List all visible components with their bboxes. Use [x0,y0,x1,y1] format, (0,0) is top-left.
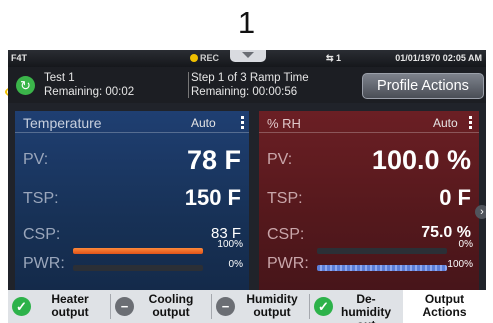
humidity-tsp-label: TSP: [267,190,303,207]
temperature-cool-power-pct: 0% [228,259,243,270]
humidity-pwr-label: PWR: [267,255,309,272]
humidity-dehumidify-power-pct: 100% [447,259,473,270]
check-icon: ✓ [314,297,333,316]
pull-down-tab[interactable] [230,50,266,62]
usb-indicator: ⇆ 1 [326,53,342,63]
humidity-csp-label: CSP: [267,226,305,243]
step-remaining: Remaining: 00:00:56 [191,86,298,98]
callout-number: 1 [237,5,256,40]
temperature-header: Temperature Auto [15,111,249,133]
record-dot-icon [190,54,198,62]
heater-output-label: Heater output [51,292,89,319]
profile-divider [188,72,189,98]
temperature-cool-power-bar [73,265,203,271]
temperature-heat-power-fill [73,248,203,254]
output-bar: ✓ Heater output − Cooling output − Humid… [8,290,486,323]
chevron-right-icon[interactable]: › [475,205,486,219]
dehumidity-output-label: De-humidity out [341,292,391,323]
temperature-menu-icon[interactable] [239,115,245,130]
refresh-icon: ↻ [16,76,35,95]
humidity-tsp-value[interactable]: 0 F [439,185,471,211]
humidity-panel[interactable]: % RH Auto PV: 100.0 % TSP: 0 F CSP: 75.0… [259,111,479,291]
brand-label: F4T [11,53,28,63]
date-time: 01/01/1970 02:05 AM [395,53,482,63]
temperature-pwr-label: PWR: [23,255,65,272]
profile-status-bar: ↻ Test 1 Remaining: 00:02 Step 1 of 3 Ra… [8,67,486,103]
humidity-mode: Auto [433,116,458,130]
minus-icon: − [115,297,134,316]
dehumidity-output-button[interactable]: ✓ De-humidity out [310,290,402,323]
temperature-panel[interactable]: Temperature Auto PV: 78 F TSP: 150 F CSP… [15,111,249,291]
humidity-menu-icon[interactable] [467,115,473,130]
humidity-dehumidify-power-bar [317,265,447,271]
record-label: REC [200,53,220,63]
output-actions-button[interactable]: Output Actions [403,290,486,323]
profile-actions-button[interactable]: Profile Actions [362,73,484,99]
profile-name: Test 1 [44,72,75,84]
temperature-title: Temperature [23,115,102,131]
humidity-output-button[interactable]: − Humidity output [212,290,309,323]
humidity-humidify-power-bar [317,248,447,254]
minus-icon: − [216,297,235,316]
output-actions-label: Output Actions [422,292,467,319]
temperature-tsp-label: TSP: [23,190,59,207]
humidity-title: % RH [267,116,301,131]
controller-screen: F4T REC ⇆ 1 01/01/1970 02:05 AM ↻ Test 1… [8,50,486,323]
temperature-heat-power-pct: 100% [217,239,243,250]
record-indicator: REC [190,53,219,63]
chevron-down-icon [242,52,254,58]
status-bar: F4T REC ⇆ 1 01/01/1970 02:05 AM [8,50,486,67]
heater-output-button[interactable]: ✓ Heater output [8,290,110,323]
humidity-humidify-power-pct: 0% [458,239,473,250]
temperature-pv-label: PV: [23,151,49,168]
temperature-pv-value: 78 F [186,145,241,175]
temperature-csp-label: CSP: [23,226,61,243]
cooling-output-button[interactable]: − Cooling output [111,290,211,323]
temperature-heat-power-bar [73,248,203,254]
humidity-pv-label: PV: [267,151,293,168]
profile-step: Step 1 of 3 Ramp Time [191,72,309,84]
check-icon: ✓ [12,297,31,316]
humidity-pv-value: 100.0 % [371,145,471,175]
humidity-header: % RH Auto [259,111,479,133]
humidity-output-label: Humidity output [246,292,298,319]
cooling-output-label: Cooling output [148,292,194,319]
profile-remaining: Remaining: 00:02 [44,86,135,98]
temperature-mode: Auto [191,116,216,130]
temperature-tsp-value[interactable]: 150 F [185,185,241,211]
humidity-dehumidify-power-fill [317,265,447,271]
